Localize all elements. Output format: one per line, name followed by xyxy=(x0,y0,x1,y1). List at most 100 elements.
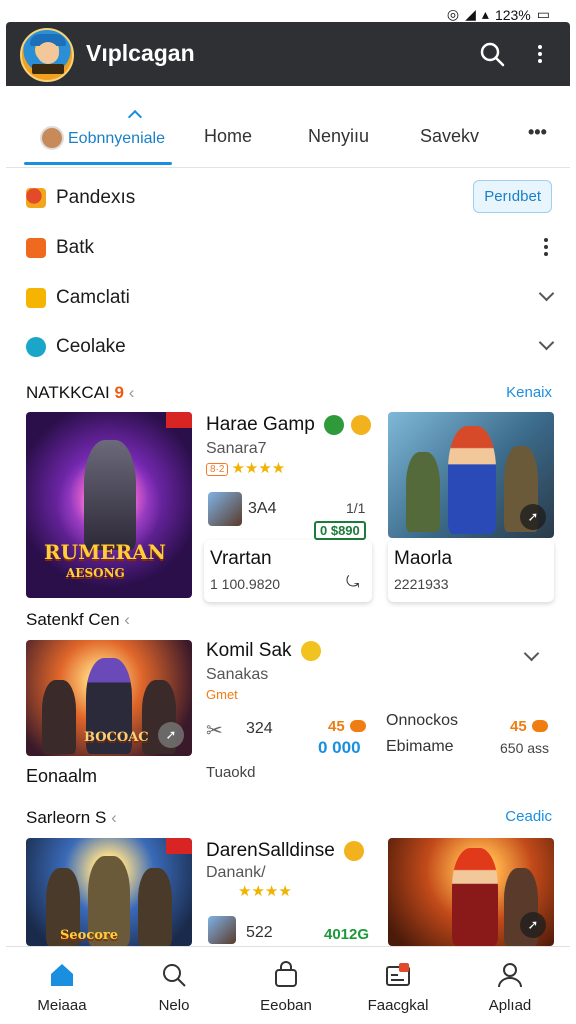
tab-label: Home xyxy=(204,126,253,146)
section-heading-text: Sarleorn S xyxy=(26,808,107,827)
blue-value: 0 000 xyxy=(318,738,361,757)
note-text: Tuaokd xyxy=(206,764,256,781)
game-card[interactable]: Maorla 2221933 xyxy=(388,540,554,602)
section-link[interactable]: Kenaix xyxy=(506,384,552,401)
menu-item-camclati[interactable]: Camclati xyxy=(26,278,556,318)
game-thumbnail[interactable]: ➚ xyxy=(388,412,554,538)
section-heading-text: Satenkf Cen xyxy=(26,610,120,629)
search-button[interactable] xyxy=(472,34,512,74)
stat-subtitle: Ebimame xyxy=(386,738,454,755)
section-heading-text: NATKKCAI xyxy=(26,383,110,402)
more-vert-icon xyxy=(532,41,548,67)
section-heading: Sarleorn S ‹ xyxy=(26,808,117,828)
award-icon xyxy=(351,414,372,435)
game-thumbnail[interactable]: Seocore xyxy=(26,838,192,946)
banner-subtitle: AESONG xyxy=(66,566,125,580)
menu-item-ceolake[interactable]: Ceolake xyxy=(26,327,556,367)
menu-item-label: Batk xyxy=(56,237,95,258)
nav-label: Aplıad xyxy=(488,997,532,1014)
more-vert-button[interactable] xyxy=(538,234,554,260)
wifi-icon: ▴ xyxy=(481,6,489,22)
app-title: Vıplcagan xyxy=(86,40,195,66)
expand-button[interactable] xyxy=(538,285,555,302)
tab-eobnnyeniale[interactable]: Eobnnyeniale xyxy=(40,126,165,150)
chevron-down-icon xyxy=(538,334,555,351)
tab-label: Nenyiıu xyxy=(308,126,370,146)
game-tag: Gmet xyxy=(206,687,238,702)
tab-label: Eobnnyeniale xyxy=(68,130,165,147)
menu-item-label: Ceolake xyxy=(56,336,126,357)
tab-home[interactable]: Home xyxy=(204,126,252,147)
game-title[interactable]: Komil Sak xyxy=(206,640,321,662)
mini-thumbnail[interactable] xyxy=(208,916,236,944)
play-icon[interactable]: ➚ xyxy=(520,504,546,530)
alarm-icon: ◎ xyxy=(446,6,460,22)
card-title: Maorla xyxy=(394,548,453,569)
nav-item-eeoban[interactable]: Eeoban xyxy=(230,947,342,1024)
play-icon[interactable]: ➚ xyxy=(520,912,546,938)
corner-tag xyxy=(166,838,192,854)
flower-icon xyxy=(26,188,46,208)
stat-value: 522 xyxy=(246,924,273,941)
home-icon xyxy=(51,964,73,986)
app-logo[interactable] xyxy=(20,28,74,82)
menu-item-label: Pandexıs xyxy=(56,187,136,208)
card-title: Vrartan xyxy=(210,548,272,569)
tab-savekv[interactable]: Savekv xyxy=(420,126,479,147)
game-title[interactable]: Harae Gamp xyxy=(206,414,372,436)
more-tabs-icon[interactable]: ••• xyxy=(528,122,547,143)
chevron-down-icon xyxy=(538,285,555,302)
banner-title: RUMERAN xyxy=(44,540,166,564)
tab-caret-icon xyxy=(127,109,143,125)
stat-value: 650 ass xyxy=(500,740,550,756)
mini-thumbnail[interactable] xyxy=(208,492,242,526)
search-icon xyxy=(480,42,505,67)
stat-value: 324 xyxy=(246,720,273,737)
game-title-text: Harae Gamp xyxy=(206,414,315,435)
more-vert-icon xyxy=(538,234,554,260)
menu-item-batk[interactable]: Batk xyxy=(26,228,556,268)
clipboard-icon xyxy=(26,288,46,308)
nav-label: Eeoban xyxy=(260,997,312,1014)
green-value: 4012G xyxy=(324,926,370,943)
game-subtitle: Sanara7 xyxy=(206,440,267,457)
rating-tag: 8·2 xyxy=(206,462,229,476)
arrow-left-icon: ‹ xyxy=(128,383,135,402)
overflow-menu-button[interactable] xyxy=(520,34,560,74)
game-thumbnail[interactable]: ➚ xyxy=(388,838,554,946)
expand-button[interactable] xyxy=(523,645,540,662)
share-icon[interactable]: ⤿ xyxy=(346,574,359,592)
notification-icon xyxy=(386,963,410,986)
game-card[interactable]: Vrartan 1 100.9820 ⤿ xyxy=(204,540,372,602)
thumbnail-title: BOCOAC xyxy=(84,730,149,745)
orange-chip xyxy=(350,720,366,732)
app-bar: Vıplcagan xyxy=(6,22,570,86)
nav-item-apliad[interactable]: Aplıad xyxy=(454,947,566,1024)
award-icon xyxy=(344,840,365,861)
action-button[interactable]: Perıdbet xyxy=(473,180,552,213)
bag-icon xyxy=(275,961,297,987)
nav-label: Faacgkal xyxy=(367,997,429,1014)
nav-item-nelo[interactable]: Nelo xyxy=(118,947,230,1024)
tab-nenyiiu[interactable]: Nenyiıu xyxy=(308,126,369,147)
arrow-left-icon: ‹ xyxy=(111,808,117,827)
nav-item-faacgkal[interactable]: Faacgkal xyxy=(342,947,454,1024)
menu-item-pandexis[interactable]: Pandexıs Perıdbet xyxy=(26,178,556,218)
tab-active-indicator xyxy=(24,162,172,165)
nav-label: Nelo xyxy=(158,997,190,1014)
game-thumbnail[interactable]: RUMERAN AESONG xyxy=(26,412,192,598)
game-title[interactable]: DarenSalldinse xyxy=(206,840,365,862)
expand-button[interactable] xyxy=(538,334,555,351)
section-link[interactable]: Ceadic xyxy=(505,808,552,825)
play-icon[interactable]: ➚ xyxy=(158,722,184,748)
star-rating: ★★★★ xyxy=(238,883,292,900)
status-icons: ◎ ◢ ▴ 123% ▭ xyxy=(447,6,550,23)
game-thumbnail[interactable]: BOCOAC ➚ xyxy=(26,640,192,756)
orange-value: 45 xyxy=(510,718,527,735)
signal-icon: ◢ xyxy=(465,6,476,22)
nav-item-meiaaa[interactable]: Meiaaa xyxy=(6,947,118,1024)
corner-tag xyxy=(166,412,192,428)
caption: Eonaalm xyxy=(26,766,98,786)
battery-percent: 123% xyxy=(494,6,531,23)
game-title-text: Komil Sak xyxy=(206,640,292,661)
